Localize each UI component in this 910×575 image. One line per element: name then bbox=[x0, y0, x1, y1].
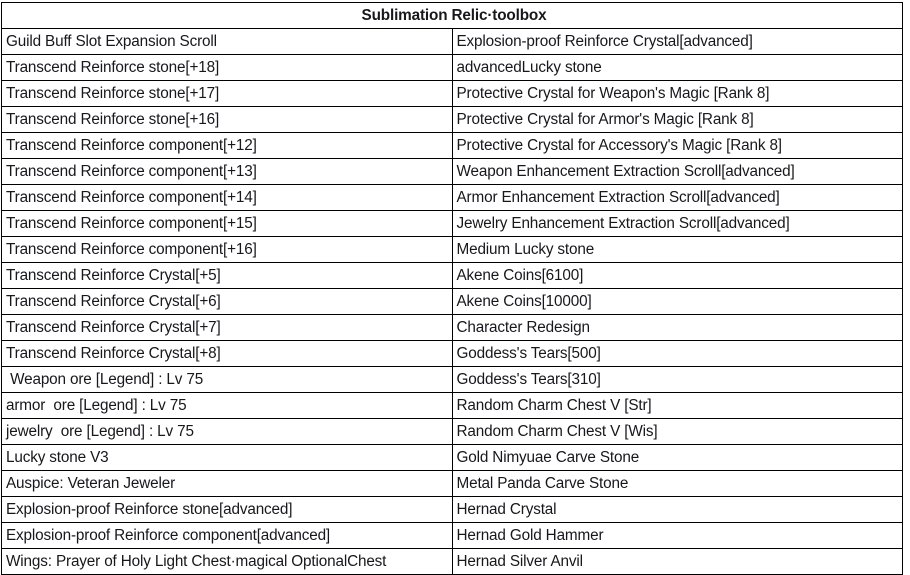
table-cell-left[interactable]: Transcend Reinforce component[+14] bbox=[1, 184, 453, 211]
table-row: Transcend Reinforce Crystal[+7] Character… bbox=[1, 314, 903, 341]
table-cell-left[interactable]: Transcend Reinforce component[+12] bbox=[1, 132, 453, 159]
table-cell-left[interactable]: Transcend Reinforce Crystal[+5] bbox=[1, 262, 453, 289]
table-cell-right[interactable]: Protective Crystal for Weapon's Magic [R… bbox=[451, 80, 903, 107]
table-cell-right[interactable]: Protective Crystal for Accessory's Magic… bbox=[451, 132, 903, 159]
table-row: Transcend Reinforce Crystal[+8] Goddess's… bbox=[1, 340, 903, 367]
table-row: Transcend Reinforce component[+15] Jewelr… bbox=[1, 210, 903, 237]
table-cell-right[interactable]: Hernad Silver Anvil bbox=[451, 548, 903, 575]
table-cell-left[interactable]: Transcend Reinforce component[+16] bbox=[1, 236, 453, 263]
table-row: Explosion-proof Reinforce component[adva… bbox=[1, 522, 903, 549]
table-cell-left[interactable]: Transcend Reinforce stone[+16] bbox=[1, 106, 453, 133]
table-cell-left[interactable]: Transcend Reinforce component[+15] bbox=[1, 210, 453, 237]
table-row: Transcend Reinforce Crystal[+5] Akene Coi… bbox=[1, 262, 903, 289]
table-cell-right[interactable]: Character Redesign bbox=[451, 314, 903, 341]
table-row: Transcend Reinforce component[+14] Armor … bbox=[1, 184, 903, 211]
table-row: Transcend Reinforce stone[+16] Protective… bbox=[1, 106, 903, 133]
table-row: Auspice: Veteran Jeweler Metal Panda Carv… bbox=[1, 470, 903, 497]
table-cell-left[interactable]: Auspice: Veteran Jeweler bbox=[1, 470, 453, 497]
table-row: Wings: Prayer of Holy Light Chest·magica… bbox=[1, 548, 903, 575]
table-row: Transcend Reinforce Crystal[+6] Akene Coi… bbox=[1, 288, 903, 315]
table-cell-left[interactable]: Transcend Reinforce stone[+17] bbox=[1, 80, 453, 107]
table-cell-right[interactable]: Akene Coins[6100] bbox=[451, 262, 903, 289]
table-body: Sublimation Relic·toolbox Guild Buff Slo… bbox=[1, 2, 903, 575]
table-cell-right[interactable]: Hernad Gold Hammer bbox=[451, 522, 903, 549]
table-cell-right[interactable]: Jewelry Enhancement Extraction Scroll[ad… bbox=[451, 210, 903, 237]
table-cell-right[interactable]: Protective Crystal for Armor's Magic [Ra… bbox=[451, 106, 903, 133]
spreadsheet-canvas: Sublimation Relic·toolbox Guild Buff Slo… bbox=[0, 2, 910, 575]
table-row: Transcend Reinforce component[+12] Protec… bbox=[1, 132, 903, 159]
table-row: Transcend Reinforce component[+16] Medium… bbox=[1, 236, 903, 263]
table-cell-left[interactable]: armor ore [Legend] : Lv 75 bbox=[1, 392, 453, 419]
table-row: armor ore [Legend] : Lv 75 Random Charm C… bbox=[1, 392, 903, 419]
table-cell-left[interactable]: Wings: Prayer of Holy Light Chest·magica… bbox=[1, 548, 453, 575]
table-cell-right[interactable]: Explosion-proof Reinforce Crystal[advanc… bbox=[451, 28, 903, 55]
table-row: Explosion-proof Reinforce stone[advanced… bbox=[1, 496, 903, 523]
table-cell-right[interactable]: Random Charm Chest V [Wis] bbox=[451, 418, 903, 445]
table-cell-right[interactable]: Metal Panda Carve Stone bbox=[451, 470, 903, 497]
table-cell-right[interactable]: Goddess's Tears[500] bbox=[451, 340, 903, 367]
table-cell-right[interactable]: Goddess's Tears[310] bbox=[451, 366, 903, 393]
table-cell-left[interactable]: Transcend Reinforce stone[+18] bbox=[1, 54, 453, 81]
table-cell-left[interactable]: Transcend Reinforce Crystal[+6] bbox=[1, 288, 453, 315]
table-cell-right[interactable]: Hernad Crystal bbox=[451, 496, 903, 523]
table-cell-right[interactable]: Akene Coins[10000] bbox=[451, 288, 903, 315]
table-cell-left[interactable]: Transcend Reinforce component[+13] bbox=[1, 158, 453, 185]
table-cell-right[interactable]: Armor Enhancement Extraction Scroll[adva… bbox=[451, 184, 903, 211]
table-row: Guild Buff Slot Expansion Scroll Explosio… bbox=[1, 28, 903, 55]
table-cell-right[interactable]: advancedLucky stone bbox=[451, 54, 903, 81]
table-cell-left[interactable]: Explosion-proof Reinforce component[adva… bbox=[1, 522, 453, 549]
table-cell-right[interactable]: Random Charm Chest V [Str] bbox=[451, 392, 903, 419]
table-title-row: Sublimation Relic·toolbox bbox=[1, 2, 903, 29]
table-cell-left[interactable]: Lucky stone V3 bbox=[1, 444, 453, 471]
table-cell-right[interactable]: Gold Nimyuae Carve Stone bbox=[451, 444, 903, 471]
table-row: Weapon ore [Legend] : Lv 75 Goddess's Tea… bbox=[1, 366, 903, 393]
table-cell-left[interactable]: Weapon ore [Legend] : Lv 75 bbox=[1, 366, 453, 393]
table-title: Sublimation Relic·toolbox bbox=[1, 2, 903, 29]
table-row: Transcend Reinforce stone[+18] advancedLu… bbox=[1, 54, 903, 81]
table-row: jewelry ore [Legend] : Lv 75 Random Charm… bbox=[1, 418, 903, 445]
table-cell-left[interactable]: Guild Buff Slot Expansion Scroll bbox=[1, 28, 453, 55]
relic-toolbox-table: Sublimation Relic·toolbox Guild Buff Slo… bbox=[1, 2, 903, 575]
table-cell-right[interactable]: Medium Lucky stone bbox=[451, 236, 903, 263]
table-cell-left[interactable]: Transcend Reinforce Crystal[+8] bbox=[1, 340, 453, 367]
table-cell-left[interactable]: jewelry ore [Legend] : Lv 75 bbox=[1, 418, 453, 445]
table-cell-left[interactable]: Explosion-proof Reinforce stone[advanced… bbox=[1, 496, 453, 523]
table-cell-right[interactable]: Weapon Enhancement Extraction Scroll[adv… bbox=[451, 158, 903, 185]
table-row: Lucky stone V3 Gold Nimyuae Carve Stone bbox=[1, 444, 903, 471]
table-row: Transcend Reinforce stone[+17] Protective… bbox=[1, 80, 903, 107]
table-cell-left[interactable]: Transcend Reinforce Crystal[+7] bbox=[1, 314, 453, 341]
table-row: Transcend Reinforce component[+13] Weapon… bbox=[1, 158, 903, 185]
